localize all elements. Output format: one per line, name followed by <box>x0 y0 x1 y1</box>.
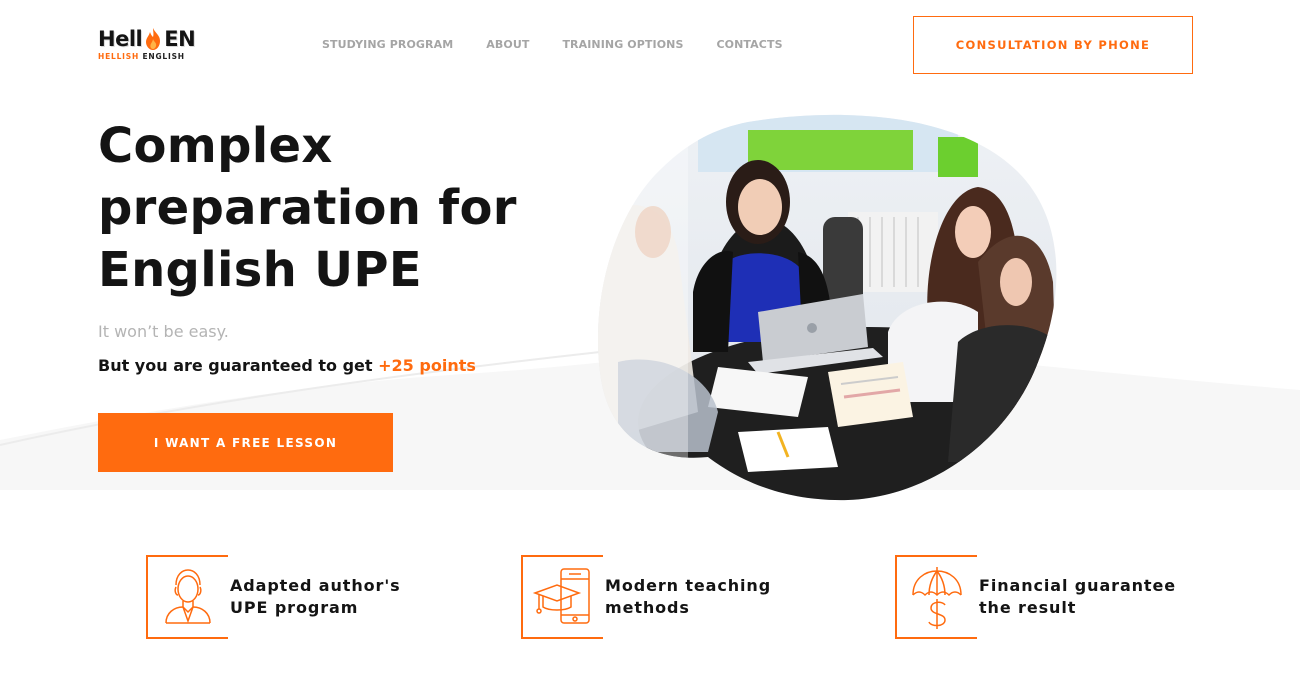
logo[interactable]: Hell EN HELLISH ENGLISH <box>98 27 196 61</box>
feature-line-2: the result <box>979 598 1077 617</box>
feature-financial-guarantee: Financial guarantee the result <box>895 555 1204 639</box>
feature-line-2: methods <box>605 598 690 617</box>
feature-text: Financial guarantee the result <box>979 575 1204 619</box>
logo-wordmark: Hell EN <box>98 27 196 51</box>
feature-frame <box>521 555 605 639</box>
nav-about[interactable]: ABOUT <box>486 38 529 51</box>
hero-title: Complex preparation for English UPE <box>98 118 517 298</box>
feature-line-1: Modern teaching <box>605 576 772 595</box>
hero-photo <box>598 114 1057 501</box>
feature-text: Modern teaching methods <box>605 575 830 619</box>
feature-line-2: UPE program <box>230 598 359 617</box>
feature-line-1: Adapted author's <box>230 576 401 595</box>
logo-text-left: Hell <box>98 27 143 51</box>
free-lesson-button[interactable]: I WANT A FREE LESSON <box>98 413 393 472</box>
hero-subtitle: It won’t be easy. <box>98 322 229 341</box>
nav-training-options[interactable]: TRAINING OPTIONS <box>562 38 683 51</box>
feature-author-program: Adapted author's UPE program <box>146 555 455 639</box>
feature-text: Adapted author's UPE program <box>230 575 455 619</box>
consultation-button[interactable]: CONSULTATION BY PHONE <box>913 16 1193 74</box>
feature-frame <box>146 555 230 639</box>
flame-icon <box>146 28 161 50</box>
logo-tagline-rest: ENGLISH <box>142 52 185 61</box>
guarantee-text: But you are guaranteed to get <box>98 356 373 375</box>
feature-teaching-methods: Modern teaching methods <box>521 555 830 639</box>
main-nav: STUDYING PROGRAM ABOUT TRAINING OPTIONS … <box>322 38 816 51</box>
umbrella-dollar-icon <box>895 555 977 639</box>
logo-text-right: EN <box>164 27 196 51</box>
feature-line-1: Financial guarantee <box>979 576 1176 595</box>
guarantee-points: +25 points <box>378 356 476 375</box>
teacher-icon <box>146 555 228 639</box>
nav-contacts[interactable]: CONTACTS <box>717 38 783 51</box>
feature-frame <box>895 555 979 639</box>
phone-graduation-cap-icon <box>521 555 603 639</box>
logo-tagline-highlight: HELLISH <box>98 52 140 61</box>
hero-guarantee: But you are guaranteed to get +25 points <box>98 356 476 375</box>
logo-tagline: HELLISH ENGLISH <box>98 52 195 61</box>
nav-studying-program[interactable]: STUDYING PROGRAM <box>322 38 453 51</box>
